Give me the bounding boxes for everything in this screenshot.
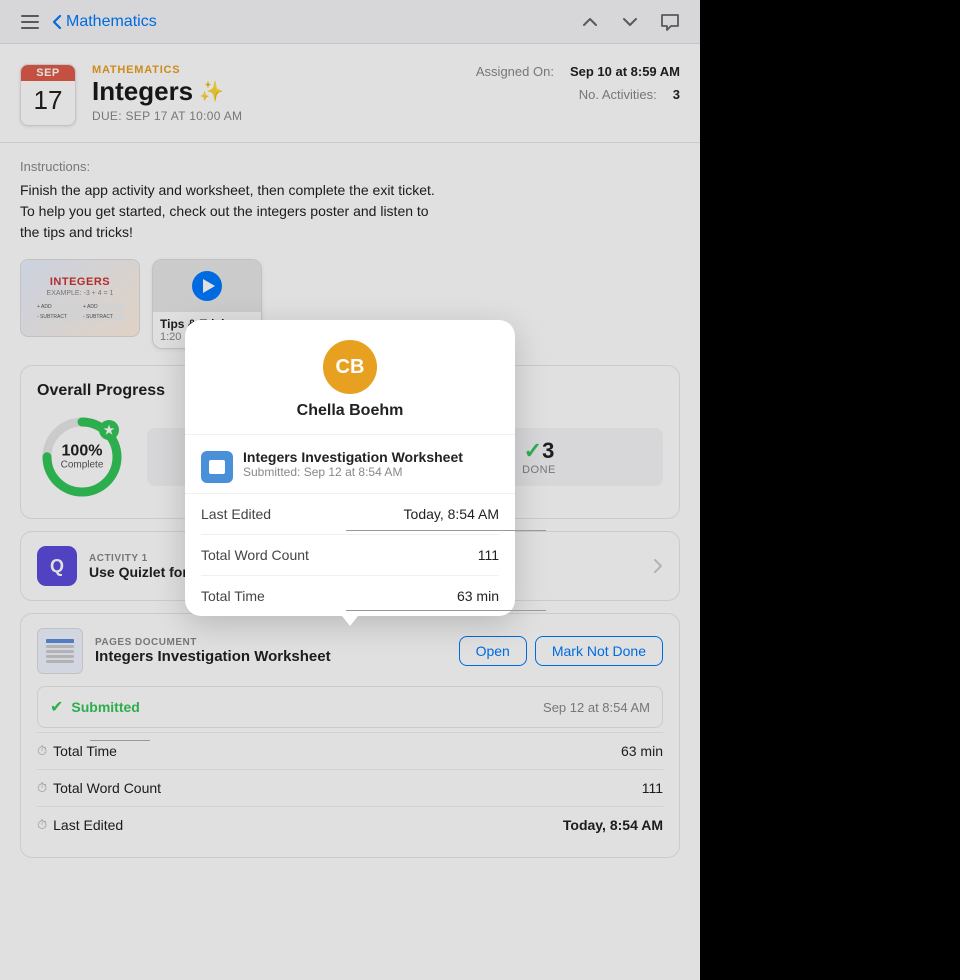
student-detail-popup: CB Chella Boehm Integers Investigation W… — [185, 320, 515, 616]
popup-doc-icon — [201, 451, 233, 483]
popup-last-edited-value: Today, 8:54 AM — [404, 506, 499, 522]
popup-total-time-label: Total Time — [201, 588, 457, 604]
popup-tail — [342, 616, 358, 626]
popup-word-count-label: Total Word Count — [201, 547, 478, 563]
popup-doc-info: Integers Investigation Worksheet Submitt… — [243, 449, 463, 479]
connector-line-3 — [90, 740, 150, 741]
student-avatar: CB — [323, 340, 377, 394]
popup-total-time-value: 63 min — [457, 588, 499, 604]
popup-last-edited-row: Last Edited Today, 8:54 AM — [201, 494, 499, 535]
student-name: Chella Boehm — [205, 402, 495, 420]
popup-document-row: Integers Investigation Worksheet Submitt… — [185, 435, 515, 494]
popup-doc-title: Integers Investigation Worksheet — [243, 449, 463, 465]
connector-line-2 — [346, 610, 546, 611]
popup-word-count-row: Total Word Count 111 — [201, 535, 499, 576]
popup-doc-submitted: Submitted: Sep 12 at 8:54 AM — [243, 465, 463, 479]
popup-last-edited-label: Last Edited — [201, 506, 404, 522]
popup-overlay: CB Chella Boehm Integers Investigation W… — [0, 0, 700, 980]
popup-stats: Last Edited Today, 8:54 AM Total Word Co… — [185, 494, 515, 616]
connector-line-1 — [346, 530, 546, 531]
popup-word-count-value: 111 — [478, 547, 499, 563]
popup-header: CB Chella Boehm — [185, 320, 515, 435]
